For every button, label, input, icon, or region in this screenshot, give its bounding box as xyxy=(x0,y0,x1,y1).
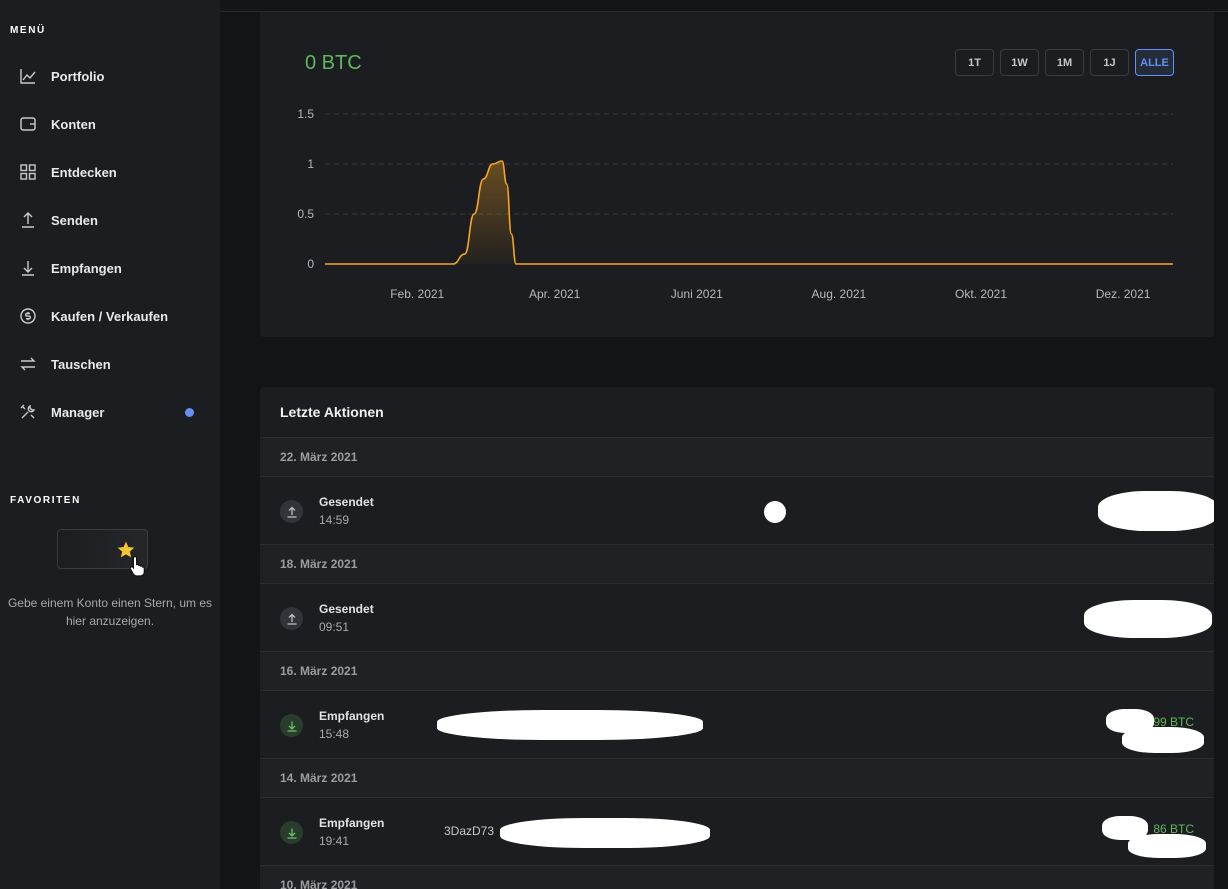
favorites-section-title: FAVORITEN xyxy=(10,495,81,506)
transaction-row[interactable]: Empfangen 19:41 3DazD73 86 BTC xyxy=(260,798,1214,866)
series-line xyxy=(325,160,1173,265)
tools-icon xyxy=(19,403,37,421)
date-header: 16. März 2021 xyxy=(260,652,1214,691)
sidebar-item-senden[interactable]: Senden xyxy=(0,196,220,244)
transaction-time: 15:48 xyxy=(319,727,350,741)
sidebar-item-label: Entdecken xyxy=(51,164,117,180)
date-header: 18. März 2021 xyxy=(260,545,1214,584)
sidebar-item-empfangen[interactable]: Empfangen xyxy=(0,244,220,292)
swap-icon xyxy=(19,355,37,373)
transaction-type: Gesendet xyxy=(319,495,374,509)
sidebar: MENÜ Portfolio Konten Entdecken Senden E… xyxy=(0,0,220,889)
transaction-time: 09:51 xyxy=(319,620,350,634)
date-header: 10. März 2021 xyxy=(260,866,1214,889)
y-tick-label: 1.5 xyxy=(297,107,314,121)
date-header: 22. März 2021 xyxy=(260,438,1214,477)
sidebar-item-kaufen-verkaufen[interactable]: Kaufen / Verkaufen xyxy=(0,292,220,340)
recent-actions-title: Letzte Aktionen xyxy=(260,387,1214,438)
transaction-type: Gesendet xyxy=(319,602,374,616)
grid-icon xyxy=(19,163,37,181)
main-nav: Portfolio Konten Entdecken Senden Empfan… xyxy=(0,52,220,436)
sidebar-item-label: Portfolio xyxy=(51,68,105,84)
x-tick-label: Okt. 2021 xyxy=(955,287,1007,301)
sidebar-item-portfolio[interactable]: Portfolio xyxy=(0,52,220,100)
send-arrow-icon xyxy=(280,607,303,630)
redaction-mark xyxy=(764,501,786,523)
transaction-type: Empfangen xyxy=(319,709,385,723)
x-tick-label: Feb. 2021 xyxy=(390,287,444,301)
date-header: 14. März 2021 xyxy=(260,759,1214,798)
dollar-circle-icon xyxy=(19,307,37,325)
y-tick-label: 1 xyxy=(307,157,314,171)
transaction-time: 19:41 xyxy=(319,834,350,848)
sidebar-item-label: Kaufen / Verkaufen xyxy=(51,308,169,324)
transaction-row[interactable]: Empfangen 15:48 99 BTC xyxy=(260,691,1214,759)
transaction-row[interactable]: Gesendet 09:51 xyxy=(260,584,1214,652)
favorites-placeholder-card xyxy=(57,529,148,577)
balance-chart: 0 0.5 1 1.5 Feb. 2021 Apr. 2021 Juni 2021 Aug. … xyxy=(297,107,1173,301)
redaction-mark xyxy=(1128,834,1206,858)
notification-dot xyxy=(185,408,194,417)
sidebar-item-entdecken[interactable]: Entdecken xyxy=(0,148,220,196)
transaction-time: 14:59 xyxy=(319,513,350,527)
sidebar-item-label: Konten xyxy=(51,116,96,132)
sidebar-item-manager[interactable]: Manager xyxy=(0,388,220,436)
send-arrow-icon xyxy=(280,500,303,523)
redaction-mark xyxy=(1098,491,1214,531)
y-tick-label: 0 xyxy=(307,257,314,271)
x-tick-label: Aug. 2021 xyxy=(812,287,867,301)
receive-arrow-icon xyxy=(280,714,303,737)
transaction-row[interactable]: Gesendet 14:59 xyxy=(260,477,1214,545)
top-strip xyxy=(220,0,1228,12)
sidebar-item-label: Manager xyxy=(51,404,105,420)
x-tick-label: Apr. 2021 xyxy=(529,287,581,301)
wallet-icon xyxy=(19,115,37,133)
menu-section-title: MENÜ xyxy=(10,25,46,36)
x-tick-label: Dez. 2021 xyxy=(1096,287,1151,301)
receive-arrow-icon xyxy=(280,821,303,844)
sidebar-item-konten[interactable]: Konten xyxy=(0,100,220,148)
series-area xyxy=(325,161,1173,264)
recent-actions-card: Letzte Aktionen 22. März 2021 Gesendet 1… xyxy=(260,387,1214,889)
transaction-address: 3DazD73 xyxy=(444,824,495,838)
redaction-mark xyxy=(1122,727,1204,753)
balance-chart-card: 0 BTC 1T 1W 1M 1J ALLE 0 0.5 1 1.5 Feb. 2021… xyxy=(260,12,1214,337)
arrow-up-icon xyxy=(19,211,37,229)
sidebar-item-label: Tauschen xyxy=(51,356,111,372)
favorites-hint: Gebe einem Konto einen Stern, um es hier… xyxy=(7,596,213,628)
sidebar-item-tauschen[interactable]: Tauschen xyxy=(0,340,220,388)
transaction-type: Empfangen xyxy=(319,816,385,830)
redaction-mark xyxy=(437,710,703,740)
arrow-down-icon xyxy=(19,259,37,277)
sidebar-item-label: Senden xyxy=(51,212,98,228)
x-tick-label: Juni 2021 xyxy=(671,287,723,301)
pointer-hand-icon xyxy=(129,555,145,577)
y-tick-label: 0.5 xyxy=(297,207,314,221)
sidebar-item-label: Empfangen xyxy=(51,260,122,276)
redaction-mark xyxy=(500,818,710,848)
chart-line-icon xyxy=(19,67,37,85)
redaction-mark xyxy=(1084,600,1212,638)
